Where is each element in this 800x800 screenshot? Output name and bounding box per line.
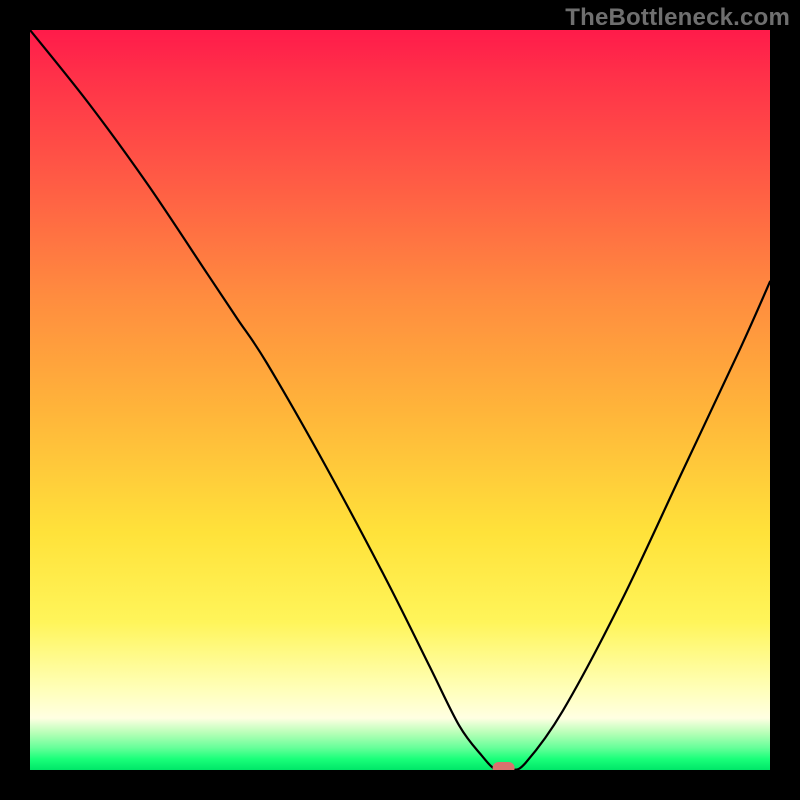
optimal-point-marker bbox=[493, 762, 515, 770]
plot-area bbox=[30, 30, 770, 770]
curve-layer bbox=[30, 30, 770, 770]
watermark-label: TheBottleneck.com bbox=[565, 4, 790, 32]
bottleneck-curve bbox=[30, 30, 770, 770]
chart-frame: TheBottleneck.com bbox=[0, 0, 800, 800]
